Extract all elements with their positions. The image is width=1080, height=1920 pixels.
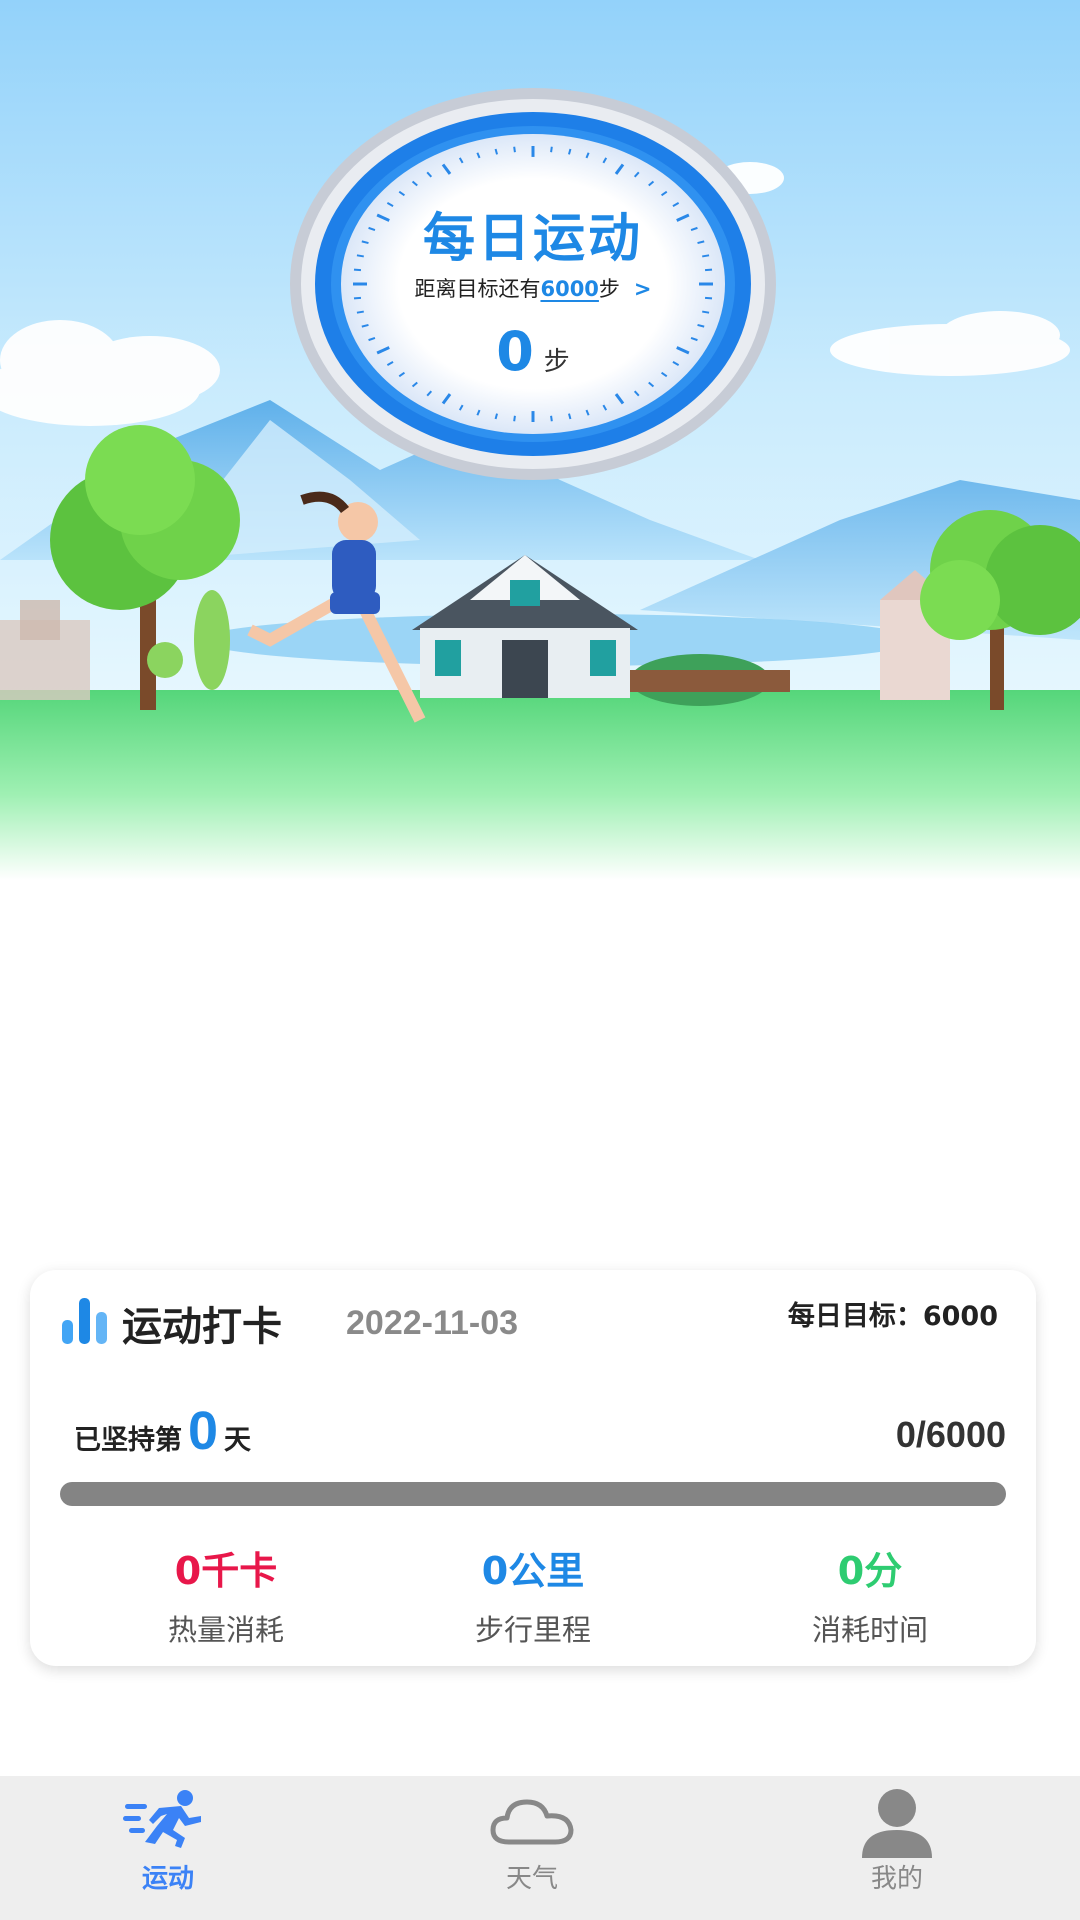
user-icon bbox=[862, 1789, 932, 1858]
running-person-icon bbox=[123, 1790, 201, 1848]
tab-label: 天气 bbox=[505, 1864, 558, 1894]
goal-remaining-link[interactable]: 距离目标还有6000步 > bbox=[290, 273, 776, 303]
checkin-card: 运动打卡 2022-11-03 每日目标：6000 已坚持第 0 天 0/6000 … bbox=[30, 1270, 1036, 1666]
card-title: 运动打卡 bbox=[122, 1304, 282, 1350]
dial-tick bbox=[494, 148, 498, 155]
streak-days: 0 bbox=[188, 1401, 219, 1461]
dial-tick bbox=[550, 415, 553, 422]
dial-title: 每日运动 bbox=[422, 209, 643, 269]
cloud-icon bbox=[490, 1799, 574, 1845]
daily-goal: 每日目标：6000 bbox=[787, 1301, 998, 1332]
progress-text: 0/6000 bbox=[895, 1414, 1006, 1455]
tab-weather[interactable]: 天气 bbox=[432, 1776, 632, 1920]
dial-tick bbox=[568, 413, 572, 420]
dial-tick bbox=[513, 415, 516, 422]
remaining-prefix: 距离目标还有 bbox=[414, 277, 541, 301]
chevron-right-icon: > bbox=[633, 277, 652, 301]
stat-label: 热量消耗 bbox=[167, 1613, 284, 1647]
bottom-tab-bar: 运动 天气 我的 bbox=[0, 1776, 1080, 1920]
daily-exercise-dial[interactable]: 每日运动 距离目标还有6000步 > 0步 bbox=[290, 88, 776, 480]
stat-value: 0分 bbox=[837, 1549, 903, 1593]
dial-tick bbox=[513, 146, 516, 153]
stat-label: 消耗时间 bbox=[811, 1613, 928, 1647]
remaining-suffix: 步 bbox=[598, 277, 620, 301]
tab-label: 运动 bbox=[141, 1864, 194, 1894]
streak-suffix: 天 bbox=[224, 1425, 252, 1456]
step-count-unit: 步 bbox=[543, 347, 570, 377]
step-count-value: 0 bbox=[496, 320, 534, 383]
stat-value: 0千卡 bbox=[174, 1549, 278, 1593]
stat-value: 0公里 bbox=[481, 1549, 585, 1593]
streak-prefix: 已坚持第 bbox=[74, 1425, 182, 1456]
progress-bar bbox=[60, 1482, 1006, 1506]
dial-tick bbox=[356, 310, 364, 314]
tab-profile[interactable]: 我的 bbox=[797, 1776, 997, 1920]
tab-label: 我的 bbox=[870, 1864, 923, 1894]
stat-label: 步行里程 bbox=[474, 1613, 591, 1647]
dial-tick bbox=[702, 310, 710, 314]
bar-chart-icon bbox=[62, 1298, 107, 1344]
stat-distance: 0公里 步行里程 bbox=[383, 1540, 683, 1649]
dial-tick bbox=[494, 413, 498, 420]
dial-tick bbox=[550, 146, 553, 153]
remaining-steps: 6000 bbox=[540, 277, 599, 301]
hero-illustration: 每日运动 距离目标还有6000步 > 0步 bbox=[0, 0, 1080, 880]
dial-tick bbox=[568, 148, 572, 155]
card-date: 2022-11-03 bbox=[346, 1304, 519, 1342]
streak-counter: 已坚持第 0 天 bbox=[74, 1400, 251, 1462]
stat-calories: 0千卡 热量消耗 bbox=[76, 1540, 376, 1649]
step-count: 0步 bbox=[290, 320, 776, 383]
stat-time: 0分 消耗时间 bbox=[720, 1540, 1020, 1649]
tab-exercise[interactable]: 运动 bbox=[68, 1776, 268, 1920]
